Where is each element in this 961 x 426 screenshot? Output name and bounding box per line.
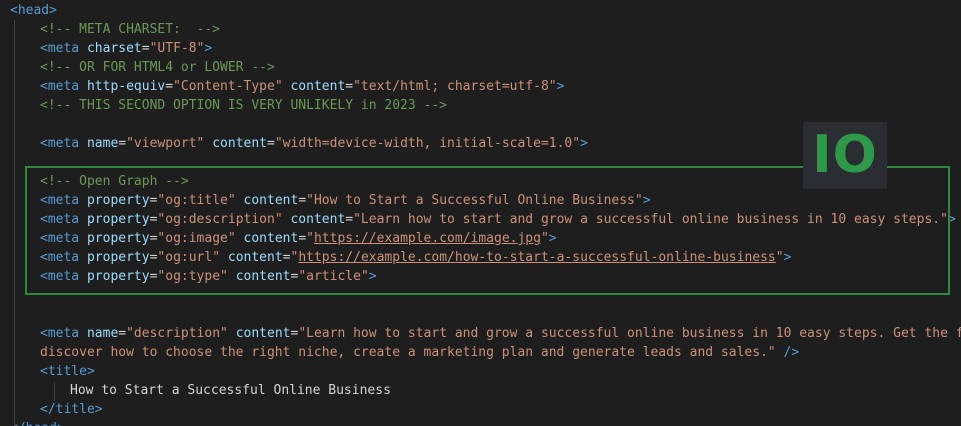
code-line-4[interactable]: <!-- OR FOR HTML4 or LOWER --> (40, 58, 275, 77)
io-logo: IO (803, 122, 887, 189)
code-line-22[interactable]: </title> (40, 400, 103, 419)
code-editor[interactable]: <head> <!-- META CHARSET: --> <meta char… (0, 0, 961, 426)
code-line-18[interactable]: <meta name="description" content="Learn … (40, 324, 961, 343)
code-line-6[interactable]: <!-- THIS SECOND OPTION IS VERY UNLIKELY… (40, 96, 447, 115)
code-line-21[interactable]: How to Start a Successful Online Busines… (70, 381, 391, 400)
code-line-19[interactable]: discover how to choose the right niche, … (40, 343, 799, 362)
code-line-8[interactable]: <meta name="viewport" content="width=dev… (40, 134, 588, 153)
code-line-23[interactable]: </head> (10, 419, 65, 426)
code-line-1[interactable]: <head> (10, 1, 57, 20)
indent-guide (14, 20, 15, 426)
code-line-3[interactable]: <meta charset="UTF-8"> (40, 39, 212, 58)
code-line-2[interactable]: <!-- META CHARSET: --> (40, 20, 220, 39)
code-line-20[interactable]: <title> (40, 362, 95, 381)
indent-guide-title (54, 382, 55, 401)
code-line-5[interactable]: <meta http-equiv="Content-Type" content=… (40, 77, 564, 96)
